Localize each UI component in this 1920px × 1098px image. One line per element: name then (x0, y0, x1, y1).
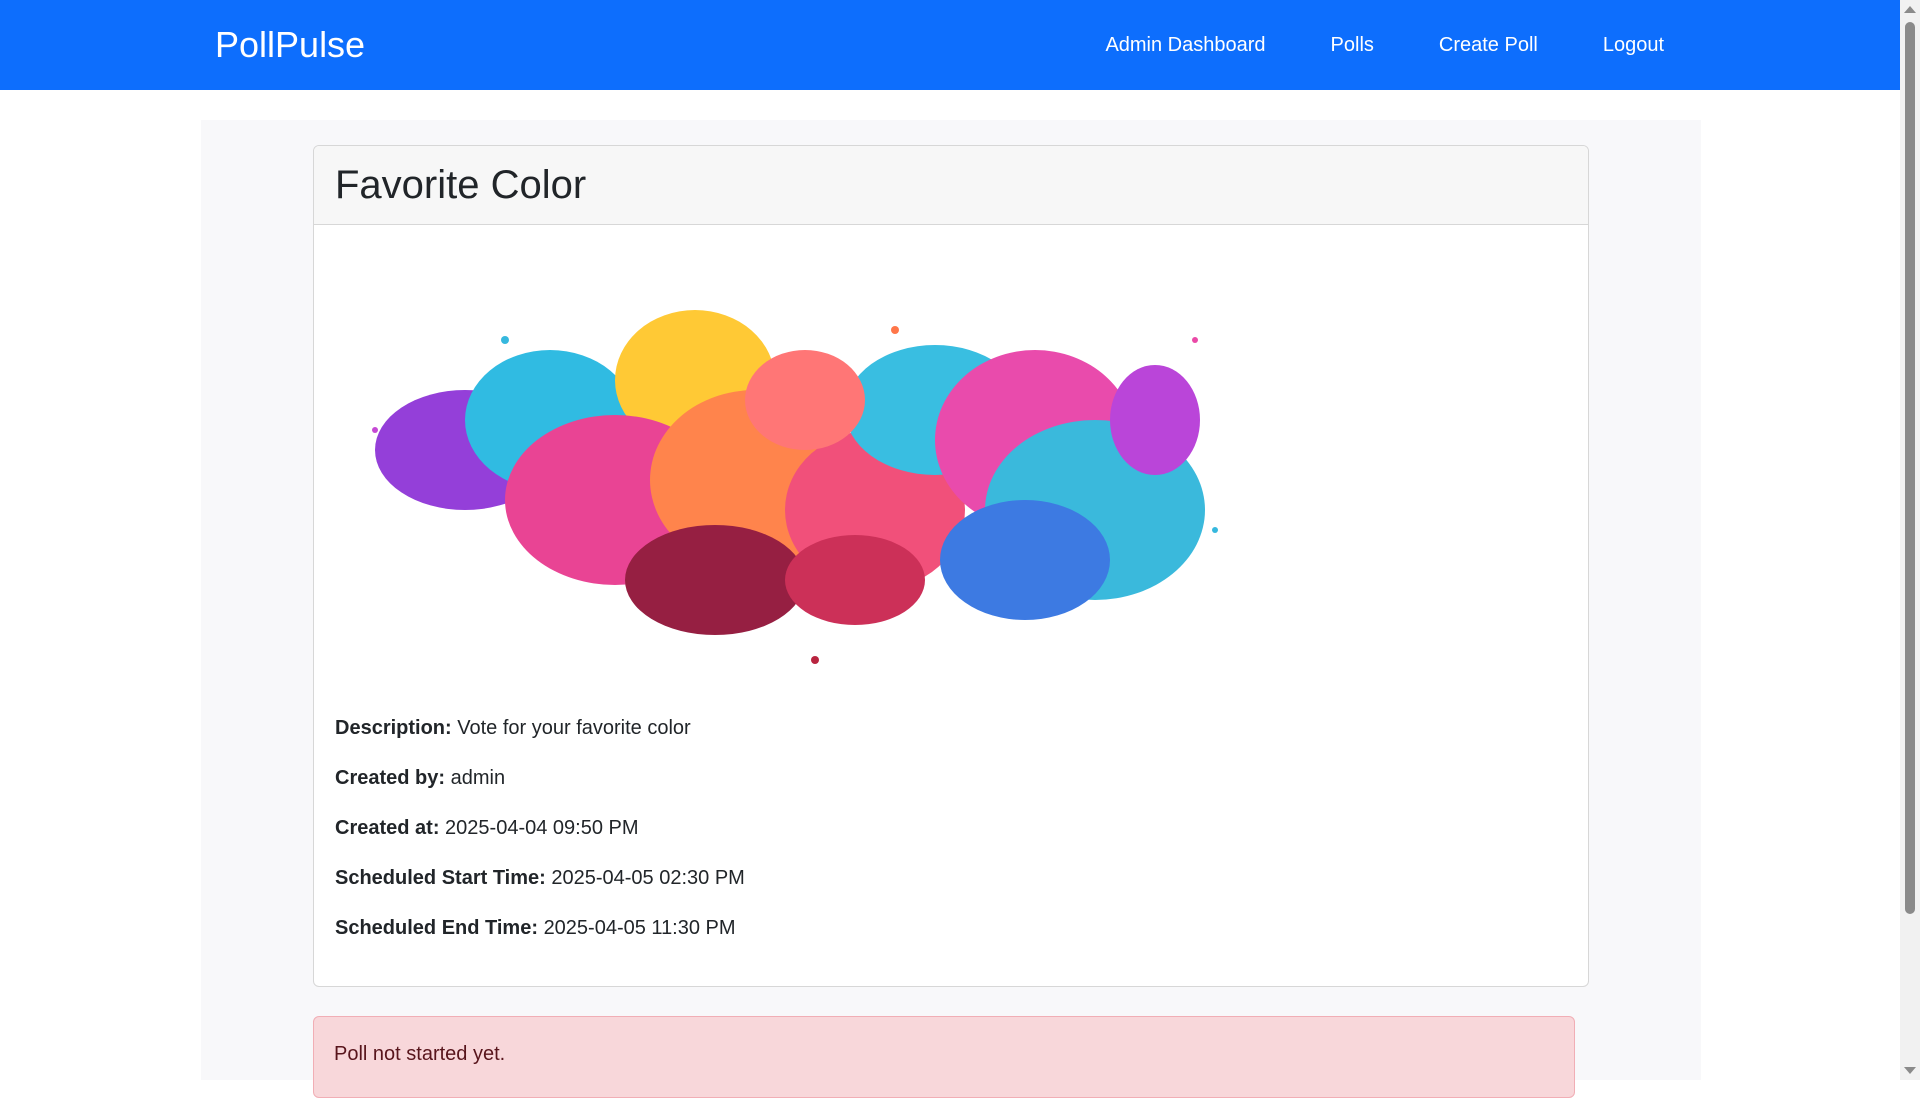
detail-value: 2025-04-05 11:30 PM (543, 917, 736, 939)
detail-start-time: Scheduled Start Time: 2025-04-05 02:30 P… (335, 867, 745, 889)
detail-label: Description: (335, 717, 452, 739)
detail-created-at: Created at: 2025-04-04 09:50 PM (335, 817, 745, 839)
alert-message: Poll not started yet. (334, 1043, 506, 1065)
detail-label: Scheduled End Time: (335, 917, 538, 939)
nav-admin-dashboard[interactable]: Admin Dashboard (1105, 33, 1265, 57)
nav-create-poll[interactable]: Create Poll (1439, 33, 1538, 57)
detail-value: 2025-04-05 02:30 PM (551, 867, 745, 889)
detail-value: 2025-04-04 09:50 PM (445, 817, 639, 839)
paint-splash-image (372, 310, 1218, 664)
scroll-up-arrow-icon[interactable] (1904, 6, 1916, 13)
detail-created-by: Created by: admin (335, 767, 745, 789)
vertical-scrollbar[interactable] (1900, 0, 1920, 1080)
poll-details: Description: Vote for your favorite colo… (335, 717, 745, 967)
scroll-down-arrow-icon[interactable] (1904, 1067, 1916, 1074)
detail-value: Vote for your favorite color (457, 717, 691, 739)
detail-description: Description: Vote for your favorite colo… (335, 717, 745, 739)
brand-logo[interactable]: PollPulse (215, 22, 365, 68)
poll-title: Favorite Color (335, 162, 587, 207)
poll-card: Favorite Color Description: Vote for you… (313, 145, 1589, 987)
nav-logout[interactable]: Logout (1603, 33, 1664, 57)
detail-label: Scheduled Start Time: (335, 867, 546, 889)
poll-status-alert: Poll not started yet. (313, 1016, 1575, 1098)
nav-polls[interactable]: Polls (1331, 33, 1374, 57)
detail-value: admin (450, 767, 506, 789)
top-navbar: PollPulse Admin Dashboard Polls Create P… (0, 0, 1900, 90)
detail-label: Created by: (335, 767, 446, 789)
scroll-thumb[interactable] (1905, 22, 1915, 914)
detail-end-time: Scheduled End Time: 2025-04-05 11:30 PM (335, 917, 745, 939)
poll-card-header: Favorite Color (314, 146, 1588, 225)
nav-links: Admin Dashboard Polls Create Poll Logout (1040, 0, 1664, 90)
detail-label: Created at: (335, 817, 440, 839)
